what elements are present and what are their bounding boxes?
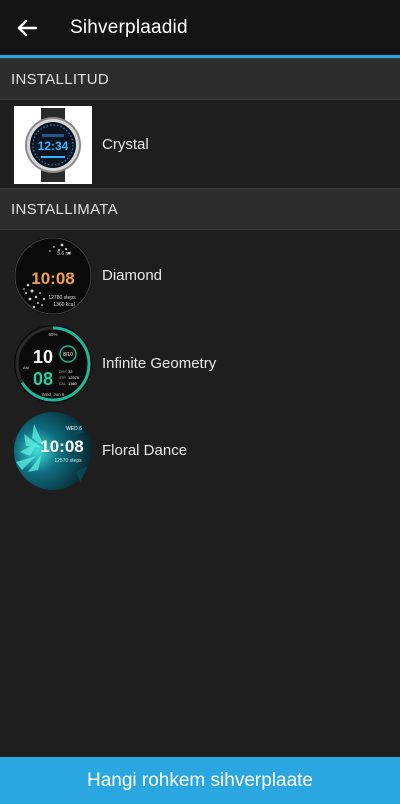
thumb-ampm-infinite-geometry: AM (23, 365, 29, 370)
thumb-pct-infinite-geometry: 65% (48, 332, 57, 337)
thumb-key1-infinite-geometry: DIST (59, 370, 68, 374)
watch-face-name-crystal: Crystal (102, 136, 149, 153)
thumb-line2-diamond: 1360 kcal (53, 302, 74, 308)
thumb-ring-infinite-geometry: 8/10 (63, 352, 73, 358)
thumb-time-crystal: 12:34 (38, 139, 69, 153)
thumb-line1-diamond: 12780 steps (48, 295, 76, 301)
thumb-date-infinite-geometry: Wed, Jun 6 (42, 392, 65, 397)
page-title: Sihverplaadid (70, 17, 188, 38)
get-more-watch-faces-button[interactable]: Hangi rohkem sihverplaate (0, 757, 400, 804)
thumb-min-infinite-geometry: 08 (33, 369, 53, 389)
thumb-top-diamond: 5.6 mi (57, 251, 71, 257)
app-bar: Sihverplaadid (0, 0, 400, 55)
thumb-val3-infinite-geometry: 1360 (68, 381, 78, 386)
back-button[interactable] (10, 12, 44, 44)
watch-face-thumbnail-crystal: 12:34 (14, 106, 92, 184)
thumb-key2-infinite-geometry: STP (59, 376, 66, 380)
thumb-time-floral-dance: 10:08 (40, 437, 83, 456)
get-more-watch-faces-label: Hangi rohkem sihverplaate (86, 769, 313, 791)
thumb-steps-floral-dance: 12570 steps (54, 458, 82, 464)
watch-face-item-floral-dance[interactable]: WED 6 10:08 12570 steps Floral Dance (0, 406, 400, 494)
section-label-not-installed: INSTALLIMATA (11, 201, 118, 218)
thumb-hour-infinite-geometry: 10 (33, 347, 53, 367)
watch-face-thumbnail-floral-dance: WED 6 10:08 12570 steps (14, 412, 92, 490)
watch-face-thumbnail-diamond: 5.6 mi 10:08 12780 steps 1360 kcal (14, 237, 92, 315)
watch-face-thumbnail-infinite-geometry: 65% AM 10 08 8/10 DIST 32 STP 12570 CAL … (14, 325, 92, 403)
section-header-not-installed: INSTALLIMATA (0, 188, 400, 230)
thumb-time-diamond: 10:08 (31, 269, 74, 288)
section-label-installed: INSTALLITUD (11, 71, 110, 88)
watch-face-name-diamond: Diamond (102, 267, 163, 284)
thumb-date-floral-dance: WED 6 (66, 426, 82, 432)
watch-face-item-diamond[interactable]: 5.6 mi 10:08 12780 steps 1360 kcal Diamo… (0, 231, 400, 319)
watch-face-item-crystal[interactable]: 12:34 Crystal (0, 100, 400, 188)
watch-face-item-infinite-geometry[interactable]: 65% AM 10 08 8/10 DIST 32 STP 12570 CAL … (0, 319, 400, 407)
thumb-key3-infinite-geometry: CAL (59, 382, 66, 386)
watch-face-name-floral-dance: Floral Dance (102, 442, 188, 459)
thumb-val1-infinite-geometry: 32 (68, 369, 73, 374)
arrow-left-icon (17, 19, 37, 37)
thumb-val2-infinite-geometry: 12570 (68, 375, 80, 380)
watch-face-name-infinite-geometry: Infinite Geometry (102, 355, 217, 372)
section-header-installed: INSTALLITUD (0, 58, 400, 100)
